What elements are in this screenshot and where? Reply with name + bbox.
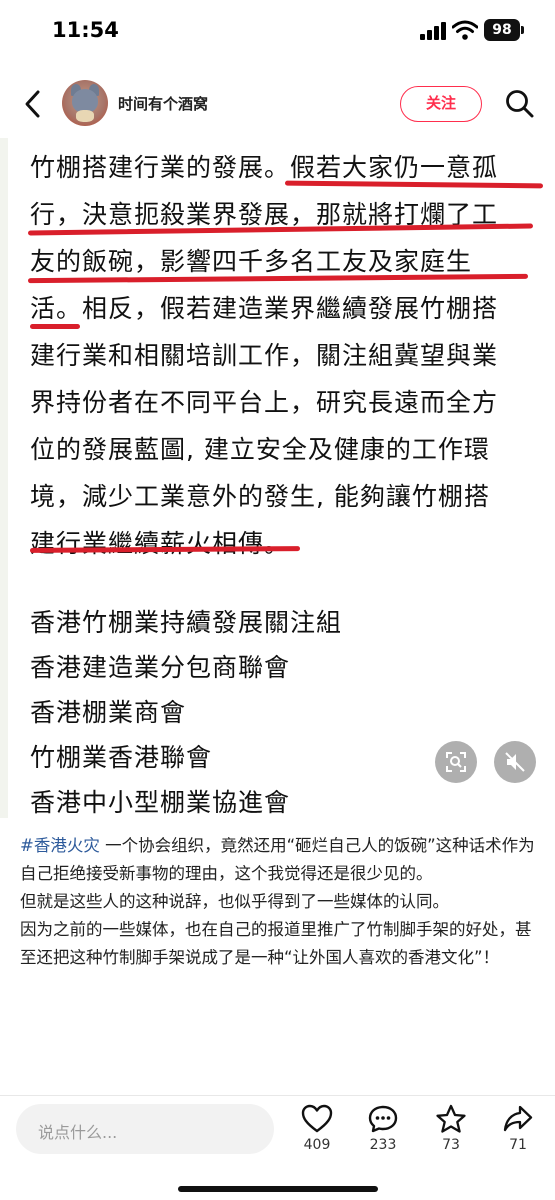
image-text-line: 竹棚業香港聯會 bbox=[30, 743, 213, 772]
image-text-line: 香港建造業分包商聯會 bbox=[30, 653, 291, 682]
image-text-line: 活。相反，假若建造業界繼續發展竹棚搭 bbox=[30, 294, 499, 323]
back-arrow-icon[interactable] bbox=[20, 88, 48, 120]
wifi-icon bbox=[452, 20, 478, 40]
image-text-line: 香港棚業商會 bbox=[30, 698, 187, 727]
comment-count: 233 bbox=[369, 1137, 397, 1153]
author-name[interactable]: 时间有个酒窝 bbox=[118, 93, 208, 114]
image-text-line: 界持份者在不同平台上，研究長遠而全方 bbox=[30, 388, 499, 417]
search-icon[interactable] bbox=[504, 88, 536, 120]
mute-icon bbox=[505, 752, 525, 772]
post-image[interactable]: 竹棚搭建行業的發展。假若大家仍一意孤 行，決意扼殺業界發展，那就將打爛了工 友的… bbox=[0, 138, 555, 818]
image-text-line: 竹棚搭建行業的發展。假若大家仍一意孤 bbox=[30, 153, 499, 182]
star-icon bbox=[436, 1104, 466, 1133]
image-text-line: 香港中小型棚業協進會 bbox=[30, 788, 291, 817]
home-indicator bbox=[178, 1186, 378, 1192]
image-text-line: 友的飯碗，影響四千多名工友及家庭生 bbox=[30, 247, 473, 276]
like-button[interactable]: 409 bbox=[292, 1104, 342, 1153]
mute-button[interactable] bbox=[494, 741, 536, 783]
highlight-underline bbox=[30, 324, 80, 329]
comment-button[interactable]: 233 bbox=[358, 1104, 408, 1153]
highlight-underline bbox=[284, 180, 544, 189]
like-count: 409 bbox=[303, 1137, 331, 1153]
comment-bubble-icon bbox=[368, 1105, 398, 1133]
image-text-line: 境，減少工業意外的發生, 能夠讓竹棚搭 bbox=[30, 482, 490, 511]
caption-paragraph: 但就是这些人的这种说辞，也似乎得到了一些媒体的认同。 bbox=[20, 892, 449, 911]
share-button[interactable]: 71 bbox=[493, 1104, 543, 1153]
caption-paragraph: 因为之前的一些媒体，也在自己的报道里推广了竹制脚手架的好处，甚至还把这种竹制脚手… bbox=[20, 920, 532, 967]
status-time: 11:54 bbox=[52, 18, 119, 42]
post-caption: #香港火灾 一个协会组织，竟然还用“砸烂自己人的饭碗”这种话术作为自己拒绝接受新… bbox=[20, 832, 540, 972]
follow-button[interactable]: 关注 bbox=[400, 86, 482, 122]
image-text-line: 建行業繼續薪火相傳。 bbox=[30, 529, 291, 558]
comment-placeholder: 说点什么... bbox=[38, 1123, 118, 1142]
collect-button[interactable]: 73 bbox=[426, 1104, 476, 1153]
image-text-line: 香港竹棚業持續發展關注組 bbox=[30, 608, 343, 637]
share-count: 71 bbox=[509, 1137, 527, 1153]
avatar[interactable] bbox=[62, 80, 108, 126]
image-search-button[interactable] bbox=[435, 741, 477, 783]
heart-icon bbox=[301, 1104, 333, 1133]
image-text-line: 建行業和相關培訓工作，關注組冀望與業 bbox=[30, 341, 499, 370]
comment-input[interactable]: 说点什么... bbox=[16, 1104, 274, 1154]
divider bbox=[0, 1095, 555, 1096]
battery-level: 98 bbox=[492, 22, 512, 38]
status-bar: 11:54 98 bbox=[0, 0, 555, 64]
hashtag-link[interactable]: #香港火灾 bbox=[20, 836, 100, 855]
scan-search-icon bbox=[446, 752, 466, 772]
share-arrow-icon bbox=[503, 1105, 533, 1132]
cellular-signal-icon bbox=[420, 22, 446, 40]
battery-icon: 98 bbox=[484, 19, 524, 41]
post-header: 时间有个酒窝 关注 bbox=[0, 70, 555, 138]
image-text-line: 位的發展藍圖, 建立安全及健康的工作環 bbox=[30, 435, 490, 464]
star-count: 73 bbox=[442, 1137, 460, 1153]
